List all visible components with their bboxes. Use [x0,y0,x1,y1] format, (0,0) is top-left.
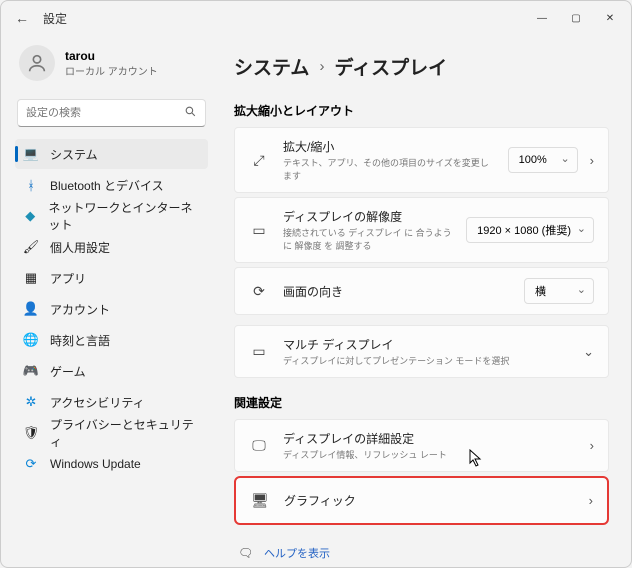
app-title: 設定 [43,10,67,27]
monitor-icon: 🖵 [249,437,269,454]
personal-icon: 🖌 [23,239,39,255]
link-help[interactable]: 🗨 ヘルプを表示 [234,539,609,567]
search-field[interactable] [26,107,184,119]
titlebar: ← 設定 — ▢ ✕ [1,1,631,35]
search-icon [184,105,197,121]
sidebar-item-system[interactable]: 💻システム [15,139,208,169]
sidebar-item-account[interactable]: 👤アカウント [15,294,208,324]
bluetooth-icon: ᚼ [23,177,39,193]
sidebar-item-bluetooth[interactable]: ᚼBluetooth とデバイス [15,170,208,200]
card-graphics[interactable]: 🖥 グラフィック › [234,476,609,525]
resolution-icon: ▭ [249,222,269,239]
account-icon: 👤 [23,301,39,317]
chevron-right-icon: › [319,58,324,75]
main: システム › ディスプレイ 拡大縮小とレイアウト ⤢ 拡大/縮小 テキスト、アプ… [216,35,631,567]
maximize-button[interactable]: ▢ [559,4,593,32]
sidebar-item-access[interactable]: ✲アクセシビリティ [15,387,208,417]
user-name: tarou [65,49,158,63]
close-button[interactable]: ✕ [593,4,627,32]
help-icon: 🗨 [238,546,254,560]
chevron-down-icon: ⌄ [583,344,594,360]
settings-window: ← 設定 — ▢ ✕ tarou ローカル アカウント [0,0,632,568]
update-icon: ⟳ [23,456,39,472]
section-scale-layout: 拡大縮小とレイアウト [234,102,609,119]
network-icon: ◆ [23,208,37,224]
time-icon: 🌐 [23,332,39,348]
minimize-button[interactable]: — [525,4,559,32]
scale-dropdown[interactable]: 100% [508,147,578,173]
sidebar-item-network[interactable]: ◆ネットワークとインターネット [15,201,208,231]
multi-display-icon: ▭ [249,343,269,360]
sidebar-item-apps[interactable]: ▦アプリ [15,263,208,293]
card-resolution[interactable]: ▭ ディスプレイの解像度 接続されている ディスプレイ に 合うように 解像度 … [234,197,609,263]
user-block[interactable]: tarou ローカル アカウント [15,35,208,95]
chevron-right-icon: › [589,493,593,508]
system-icon: 💻 [23,146,39,162]
game-icon: 🎮 [23,363,39,379]
orientation-dropdown[interactable]: 横 [524,278,594,304]
user-sub: ローカル アカウント [65,63,158,78]
crumb-system[interactable]: システム [234,53,309,80]
sidebar: tarou ローカル アカウント 💻システム ᚼBluetooth とデバイス … [1,35,216,567]
sidebar-item-update[interactable]: ⟳Windows Update [15,449,208,479]
section-related: 関連設定 [234,394,609,411]
avatar [19,45,55,81]
orientation-icon: ⟳ [249,283,269,300]
privacy-icon: 🛡 [23,425,39,441]
sidebar-item-time[interactable]: 🌐時刻と言語 [15,325,208,355]
crumb-display: ディスプレイ [334,53,447,80]
resolution-dropdown[interactable]: 1920 × 1080 (推奨) [466,217,594,243]
sidebar-item-game[interactable]: 🎮ゲーム [15,356,208,386]
card-advanced-display[interactable]: 🖵 ディスプレイの詳細設定 ディスプレイ情報、リフレッシュ レート › [234,419,609,472]
card-scale[interactable]: ⤢ 拡大/縮小 テキスト、アプリ、その他の項目のサイズを変更します 100% › [234,127,609,193]
card-multi-display[interactable]: ▭ マルチ ディスプレイ ディスプレイに対してプレゼンテーション モードを選択 … [234,325,609,378]
sidebar-item-privacy[interactable]: 🛡プライバシーとセキュリティ [15,418,208,448]
chevron-right-icon: › [590,438,594,453]
search-input[interactable] [17,99,206,127]
chevron-right-icon: › [590,153,594,168]
apps-icon: ▦ [23,270,39,286]
scale-icon: ⤢ [249,152,269,169]
back-icon[interactable]: ← [15,10,29,26]
card-orientation[interactable]: ⟳ 画面の向き 横 [234,267,609,315]
breadcrumb: システム › ディスプレイ [234,53,609,80]
sidebar-item-personal[interactable]: 🖌個人用設定 [15,232,208,262]
graphics-icon: 🖥 [250,492,270,509]
access-icon: ✲ [23,394,39,410]
